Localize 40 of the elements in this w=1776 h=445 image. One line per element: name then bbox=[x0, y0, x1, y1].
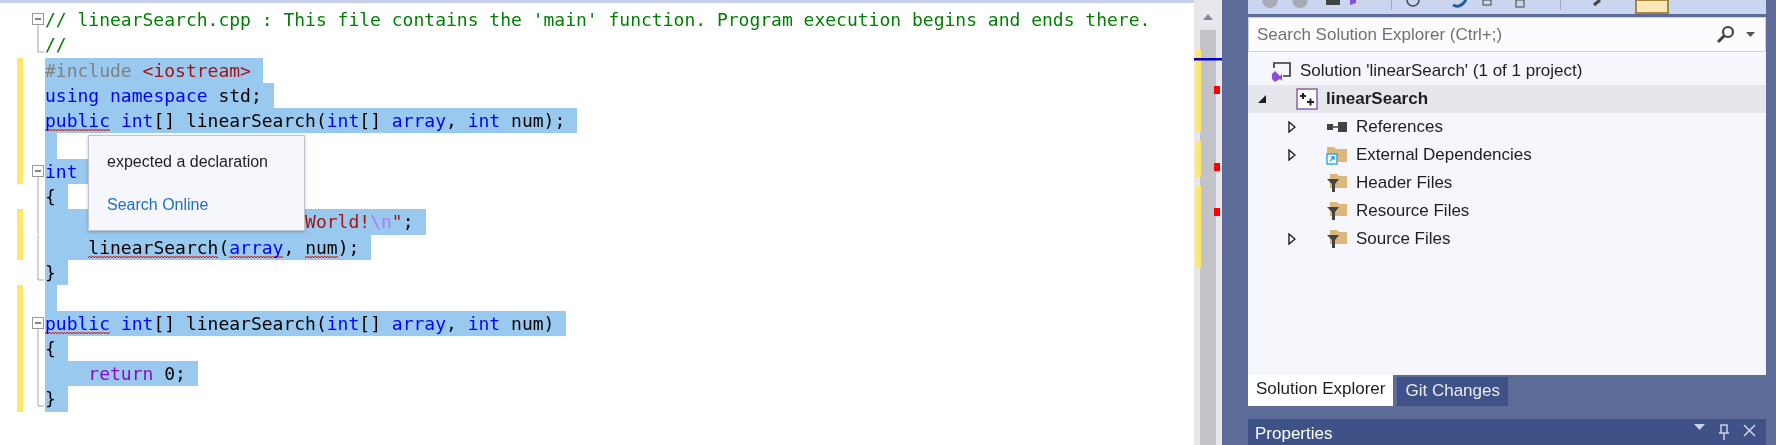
tree-row[interactable]: Source Files bbox=[1248, 225, 1766, 253]
caret-icon[interactable] bbox=[1288, 121, 1296, 133]
panel-title: Properties bbox=[1255, 424, 1334, 444]
tree-row[interactable]: External Dependencies bbox=[1248, 141, 1766, 169]
tree-row[interactable]: Solution 'linearSearch' (1 of 1 project) bbox=[1248, 57, 1766, 85]
search-icon[interactable] bbox=[1716, 24, 1736, 45]
tree-item-label: Header Files bbox=[1356, 173, 1453, 193]
tooltip-message: expected a declaration bbox=[107, 152, 269, 171]
toolbar-drawing[interactable] bbox=[1248, 0, 1766, 14]
caret-icon[interactable] bbox=[1258, 94, 1267, 104]
tree-item-label: linearSearch bbox=[1326, 89, 1429, 109]
code-line: // linearSearch.cpp : This file contains the 'main' function. Program execution begins and ends there. bbox=[45, 8, 1152, 32]
code-line: // bbox=[45, 33, 68, 58]
search-input[interactable]: Search Solution Explorer (Ctrl+;) bbox=[1257, 24, 1706, 45]
tree-row[interactable]: linearSearch bbox=[1248, 85, 1766, 113]
tree-item-label: Source Files bbox=[1356, 229, 1451, 249]
tree-row[interactable]: Resource Files bbox=[1248, 197, 1766, 225]
panel-tab[interactable]: Solution Explorer bbox=[1248, 375, 1394, 406]
caret-icon[interactable] bbox=[1288, 149, 1296, 161]
tree-item-label: External Dependencies bbox=[1356, 145, 1532, 165]
plus-box-icon bbox=[1296, 88, 1318, 110]
tree-item-label: Solution 'linearSearch' (1 of 1 project) bbox=[1300, 61, 1583, 81]
tree-item-label: Resource Files bbox=[1356, 201, 1470, 221]
close-icon[interactable] bbox=[1743, 424, 1756, 437]
panel-tab[interactable]: Git Changes bbox=[1397, 377, 1508, 406]
caret-icon[interactable] bbox=[1288, 233, 1296, 245]
tree-row[interactable]: Header Files bbox=[1248, 169, 1766, 197]
scrollbar[interactable] bbox=[1194, 0, 1222, 445]
folder-funnel-icon bbox=[1326, 201, 1348, 221]
dropdown-caret-icon[interactable] bbox=[1746, 31, 1755, 38]
folder-icon bbox=[1326, 145, 1348, 165]
tree-row[interactable]: References bbox=[1248, 113, 1766, 141]
folder-funnel-icon bbox=[1326, 229, 1348, 249]
blocks-icon bbox=[1326, 121, 1348, 133]
search-field[interactable]: Search Solution Explorer (Ctrl+;) bbox=[1248, 17, 1766, 52]
tree-item-label: References bbox=[1356, 117, 1443, 137]
folder-funnel-icon bbox=[1326, 173, 1348, 193]
pin-icon[interactable] bbox=[1719, 424, 1729, 440]
dropdown-caret-icon[interactable] bbox=[1694, 424, 1705, 430]
window-icon bbox=[1270, 60, 1292, 82]
